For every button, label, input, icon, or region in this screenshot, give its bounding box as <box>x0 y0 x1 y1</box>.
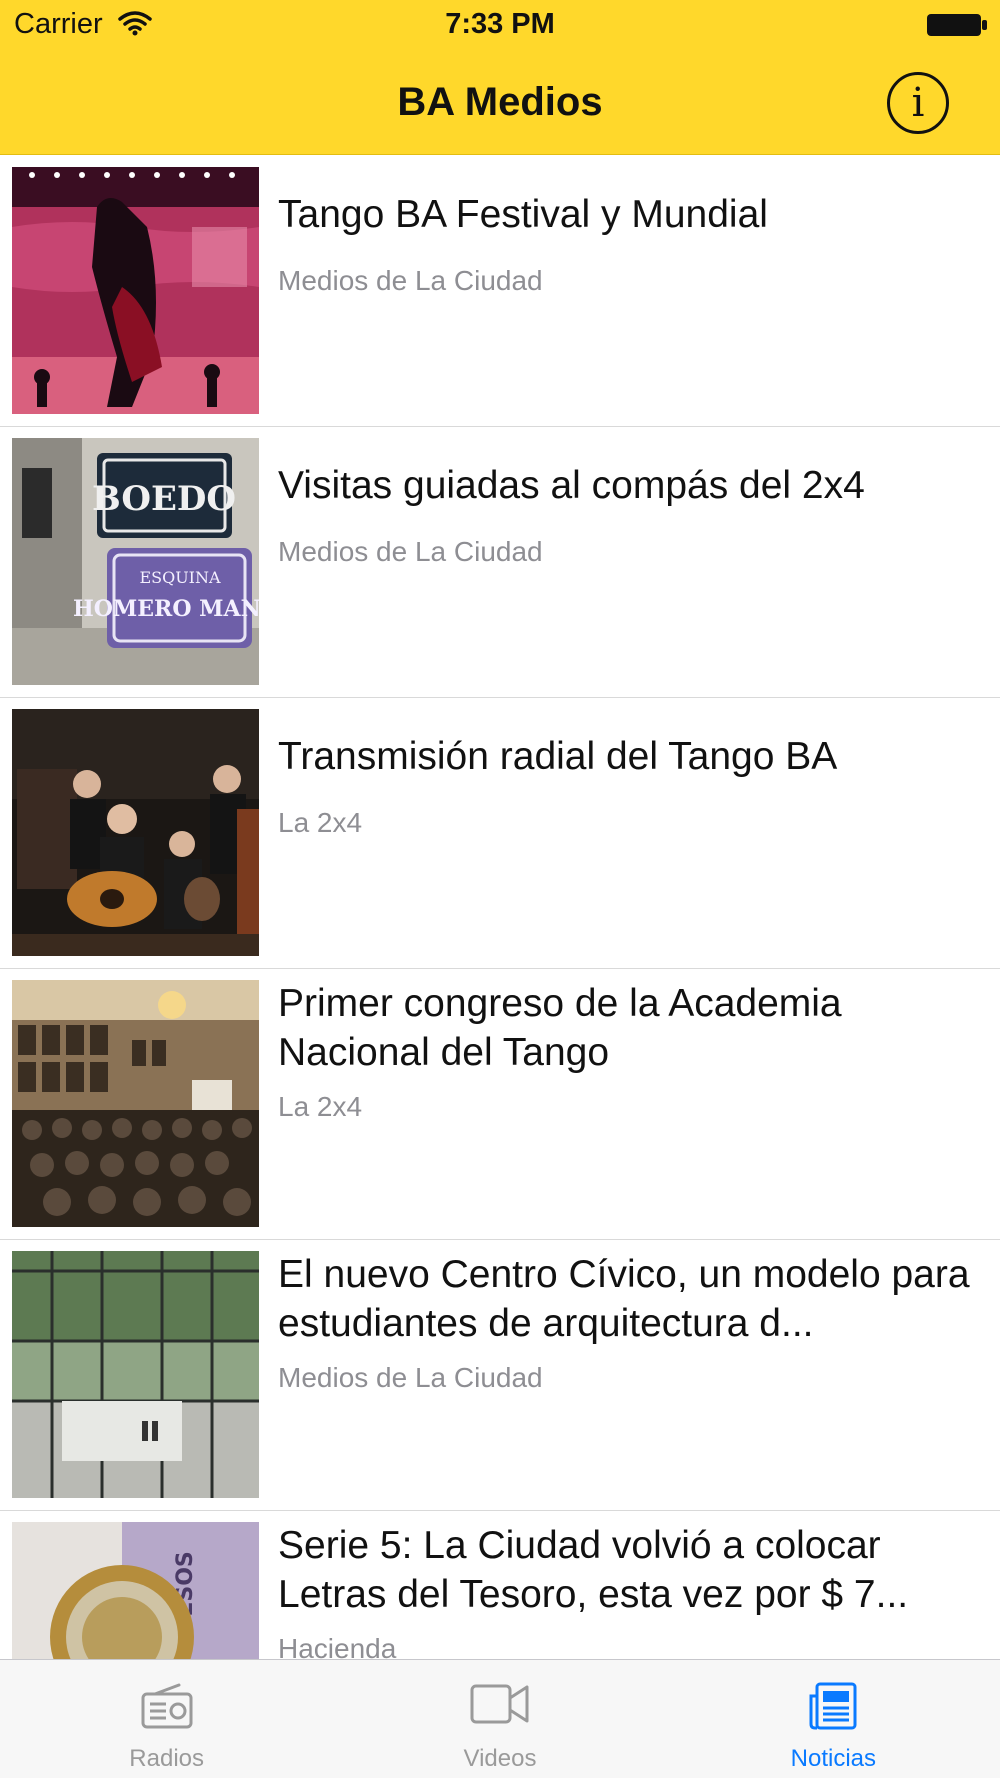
app-root: Carrier 7:33 PM BA Medios i Tango BA Fes… <box>0 0 1000 1778</box>
news-source: Medios de La Ciudad <box>278 265 543 296</box>
newspaper-icon <box>809 1682 857 1730</box>
civic-center-photo <box>12 1251 259 1498</box>
news-item[interactable]: Primer congreso de la Academia Nacional … <box>0 969 1000 1240</box>
tab-radios[interactable]: Radios <box>0 1660 333 1778</box>
news-source: La 2x4 <box>278 807 363 838</box>
battery-icon <box>927 14 987 36</box>
tab-videos[interactable]: Videos <box>333 1660 666 1778</box>
news-title: Tango BA Festival y Mundial <box>278 193 768 236</box>
tab-label: Videos <box>463 1745 537 1772</box>
news-item[interactable]: Transmisión radial del Tango BA La 2x4 <box>0 698 1000 969</box>
street-sign-photo: BOEDO ESQUINA HOMERO MANZI <box>12 438 259 685</box>
tab-bar: Radios Videos Noticias <box>0 1659 1000 1778</box>
news-title: Transmisión radial del Tango BA <box>278 735 838 778</box>
news-item[interactable]: BOEDO ESQUINA HOMERO MANZI Visitas guiad… <box>0 427 1000 698</box>
header: Carrier 7:33 PM BA Medios i <box>0 0 1000 155</box>
tab-label: Noticias <box>790 1745 876 1772</box>
news-list: Tango BA Festival y Mundial Medios de La… <box>0 156 1000 1778</box>
news-text: Transmisión radial del Tango BA La 2x4 <box>278 732 983 839</box>
news-text: Primer congreso de la Academia Nacional … <box>278 979 983 1123</box>
news-item[interactable]: El nuevo Centro Cívico, un modelo para e… <box>0 1240 1000 1511</box>
news-source: Medios de La Ciudad <box>278 1362 543 1393</box>
tango-musicians-photo <box>12 709 259 956</box>
tango-dancers-photo <box>12 167 259 414</box>
svg-text:BOEDO: BOEDO <box>92 479 236 519</box>
tab-label: Radios <box>129 1745 205 1772</box>
nav-bar: BA Medios i <box>0 50 1000 155</box>
status-bar: Carrier 7:33 PM <box>0 0 1000 50</box>
news-text: Tango BA Festival y Mundial Medios de La… <box>278 190 983 297</box>
svg-text:ESQUINA: ESQUINA <box>139 568 221 587</box>
news-item[interactable]: Tango BA Festival y Mundial Medios de La… <box>0 156 1000 427</box>
news-title: Serie 5: La Ciudad volvió a colocar Letr… <box>278 1524 909 1616</box>
status-time: 7:33 PM <box>445 8 555 40</box>
news-source: Medios de La Ciudad <box>278 536 543 567</box>
academy-hall-photo <box>12 980 259 1227</box>
news-title: Visitas guiadas al compás del 2x4 <box>278 464 865 507</box>
news-text: El nuevo Centro Cívico, un modelo para e… <box>278 1250 983 1394</box>
radio-icon <box>141 1683 193 1729</box>
tab-noticias[interactable]: Noticias <box>667 1660 1000 1778</box>
news-text: Visitas guiadas al compás del 2x4 Medios… <box>278 461 983 568</box>
info-button[interactable]: i <box>887 72 949 134</box>
info-icon: i <box>911 80 925 126</box>
news-source: La 2x4 <box>278 1091 363 1122</box>
page-title: BA Medios <box>397 80 603 124</box>
news-text: Serie 5: La Ciudad volvió a colocar Letr… <box>278 1521 983 1665</box>
video-camera-icon <box>470 1684 529 1724</box>
svg-text:HOMERO MANZI: HOMERO MANZI <box>73 596 259 622</box>
news-title: El nuevo Centro Cívico, un modelo para e… <box>278 1253 970 1345</box>
news-title: Primer congreso de la Academia Nacional … <box>278 982 842 1074</box>
